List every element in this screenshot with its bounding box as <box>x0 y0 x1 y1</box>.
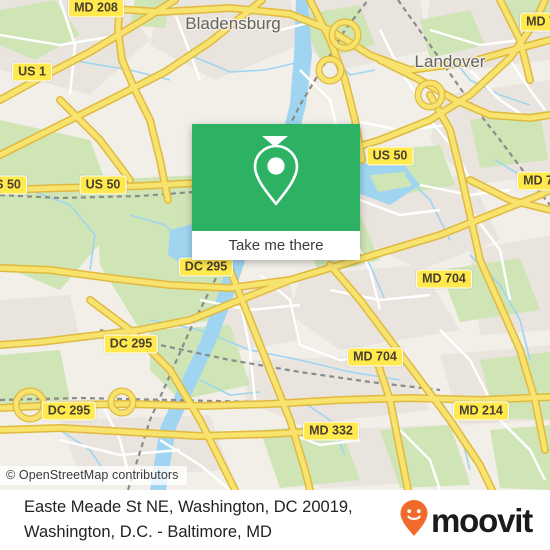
road-shield: US 50 <box>79 175 127 195</box>
road-shield: MD 704 <box>347 347 403 367</box>
footer-bar: Easte Meade St NE, Washington, DC 20019,… <box>0 490 550 550</box>
road-shield: MD 214 <box>453 401 509 421</box>
osm-attribution[interactable]: © OpenStreetMap contributors <box>0 466 187 485</box>
road-shield: MD 704 <box>416 269 472 289</box>
road-shield: US 1 <box>12 62 52 82</box>
take-me-there-label: Take me there <box>228 237 324 254</box>
moovit-logo[interactable]: moovit <box>399 499 550 542</box>
popup-pointer-tail <box>262 136 288 147</box>
map-place-label: Bladensburg <box>185 14 281 33</box>
road-shield: DC 295 <box>103 334 159 354</box>
address-line-2: Washington, D.C. - Baltimore, MD <box>24 523 272 541</box>
road-shield: S 50 <box>0 175 27 195</box>
road-shield: MD 7 <box>520 12 550 32</box>
map-place-label: Landover <box>414 52 486 71</box>
road-shield: US 50 <box>366 146 414 166</box>
road-shield: MD 332 <box>303 421 359 441</box>
road-shield: MD 7 <box>517 171 550 191</box>
map-screenshot: Bladensburg Landover MD 208 US 1 MD 7 S 50 US… <box>0 0 550 550</box>
map-pin-icon <box>250 143 302 212</box>
road-shield: MD 208 <box>68 0 124 18</box>
moovit-pin-icon <box>399 499 429 542</box>
address-line-1: Easte Meade St NE, Washington, DC 20019, <box>24 498 353 516</box>
take-me-there-button[interactable]: Take me there <box>192 231 360 260</box>
road-shield: DC 295 <box>41 401 97 421</box>
road-shield: DC 295 <box>178 257 234 277</box>
address-block: Easte Meade St NE, Washington, DC 20019,… <box>0 495 399 545</box>
moovit-wordmark: moovit <box>431 501 533 539</box>
